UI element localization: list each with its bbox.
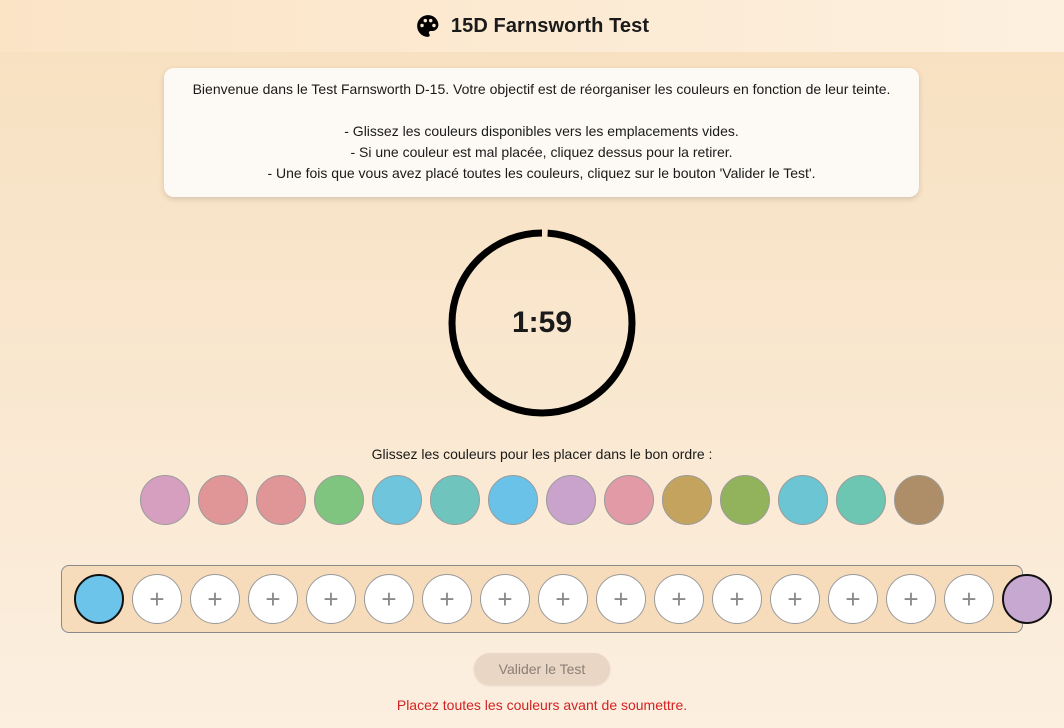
available-colors <box>140 475 944 525</box>
empty-slot[interactable]: + <box>190 574 240 624</box>
countdown-timer: 1:59 <box>447 228 637 418</box>
tray-slots: + + + + + + + + + + + + + + + <box>74 574 1052 624</box>
plus-icon: + <box>555 584 571 614</box>
plus-icon: + <box>787 584 803 614</box>
placement-tray: + + + + + + + + + + + + + + + <box>61 565 1052 633</box>
color-chip[interactable] <box>140 475 190 525</box>
plus-icon: + <box>497 584 513 614</box>
plus-icon: + <box>961 584 977 614</box>
empty-slot[interactable]: + <box>944 574 994 624</box>
color-chip[interactable] <box>836 475 886 525</box>
empty-slot[interactable]: + <box>306 574 356 624</box>
instructions-intro: Bienvenue dans le Test Farnsworth D-15. … <box>192 81 891 97</box>
instructions-step-remove: - Si une couleur est mal placée, cliquez… <box>350 144 733 160</box>
plus-icon: + <box>903 584 919 614</box>
color-chip[interactable] <box>894 475 944 525</box>
empty-slot[interactable]: + <box>654 574 704 624</box>
plus-icon: + <box>845 584 861 614</box>
color-chip[interactable] <box>198 475 248 525</box>
empty-slot[interactable]: + <box>132 574 182 624</box>
plus-icon: + <box>207 584 223 614</box>
palette-icon <box>415 13 441 39</box>
drag-prompt: Glissez les couleurs pour les placer dan… <box>371 446 713 462</box>
color-chip[interactable] <box>720 475 770 525</box>
instructions-step-submit: - Une fois que vous avez placé toutes le… <box>267 165 816 181</box>
color-chip[interactable] <box>314 475 364 525</box>
plus-icon: + <box>381 584 397 614</box>
instructions-panel: Bienvenue dans le Test Farnsworth D-15. … <box>164 68 919 197</box>
empty-slot[interactable]: + <box>422 574 472 624</box>
empty-slot[interactable]: + <box>770 574 820 624</box>
color-chip[interactable] <box>430 475 480 525</box>
plus-icon: + <box>265 584 281 614</box>
plus-icon: + <box>149 584 165 614</box>
empty-slot[interactable]: + <box>886 574 936 624</box>
page-title: 15D Farnsworth Test <box>450 14 650 37</box>
empty-slot[interactable]: + <box>596 574 646 624</box>
empty-slot[interactable]: + <box>712 574 762 624</box>
empty-slot[interactable]: + <box>538 574 588 624</box>
empty-slot[interactable]: + <box>480 574 530 624</box>
color-chip[interactable] <box>372 475 422 525</box>
empty-slot[interactable]: + <box>364 574 414 624</box>
instructions-step-drag: - Glissez les couleurs disponibles vers … <box>344 123 739 139</box>
color-chip[interactable] <box>488 475 538 525</box>
color-chip[interactable] <box>546 475 596 525</box>
color-chip[interactable] <box>256 475 306 525</box>
color-chip[interactable] <box>662 475 712 525</box>
anchor-start-color <box>74 574 124 624</box>
plus-icon: + <box>323 584 339 614</box>
plus-icon: + <box>671 584 687 614</box>
app-header: 15D Farnsworth Test <box>0 0 1064 52</box>
error-message: Placez toutes les couleurs avant de soum… <box>396 697 688 713</box>
validate-test-button[interactable]: Valider le Test <box>474 653 610 685</box>
color-chip[interactable] <box>604 475 654 525</box>
empty-slot[interactable]: + <box>828 574 878 624</box>
empty-slot[interactable]: + <box>248 574 298 624</box>
plus-icon: + <box>729 584 745 614</box>
timer-value: 1:59 <box>511 306 573 339</box>
plus-icon: + <box>439 584 455 614</box>
anchor-end-color <box>1002 574 1052 624</box>
plus-icon: + <box>613 584 629 614</box>
color-chip[interactable] <box>778 475 828 525</box>
